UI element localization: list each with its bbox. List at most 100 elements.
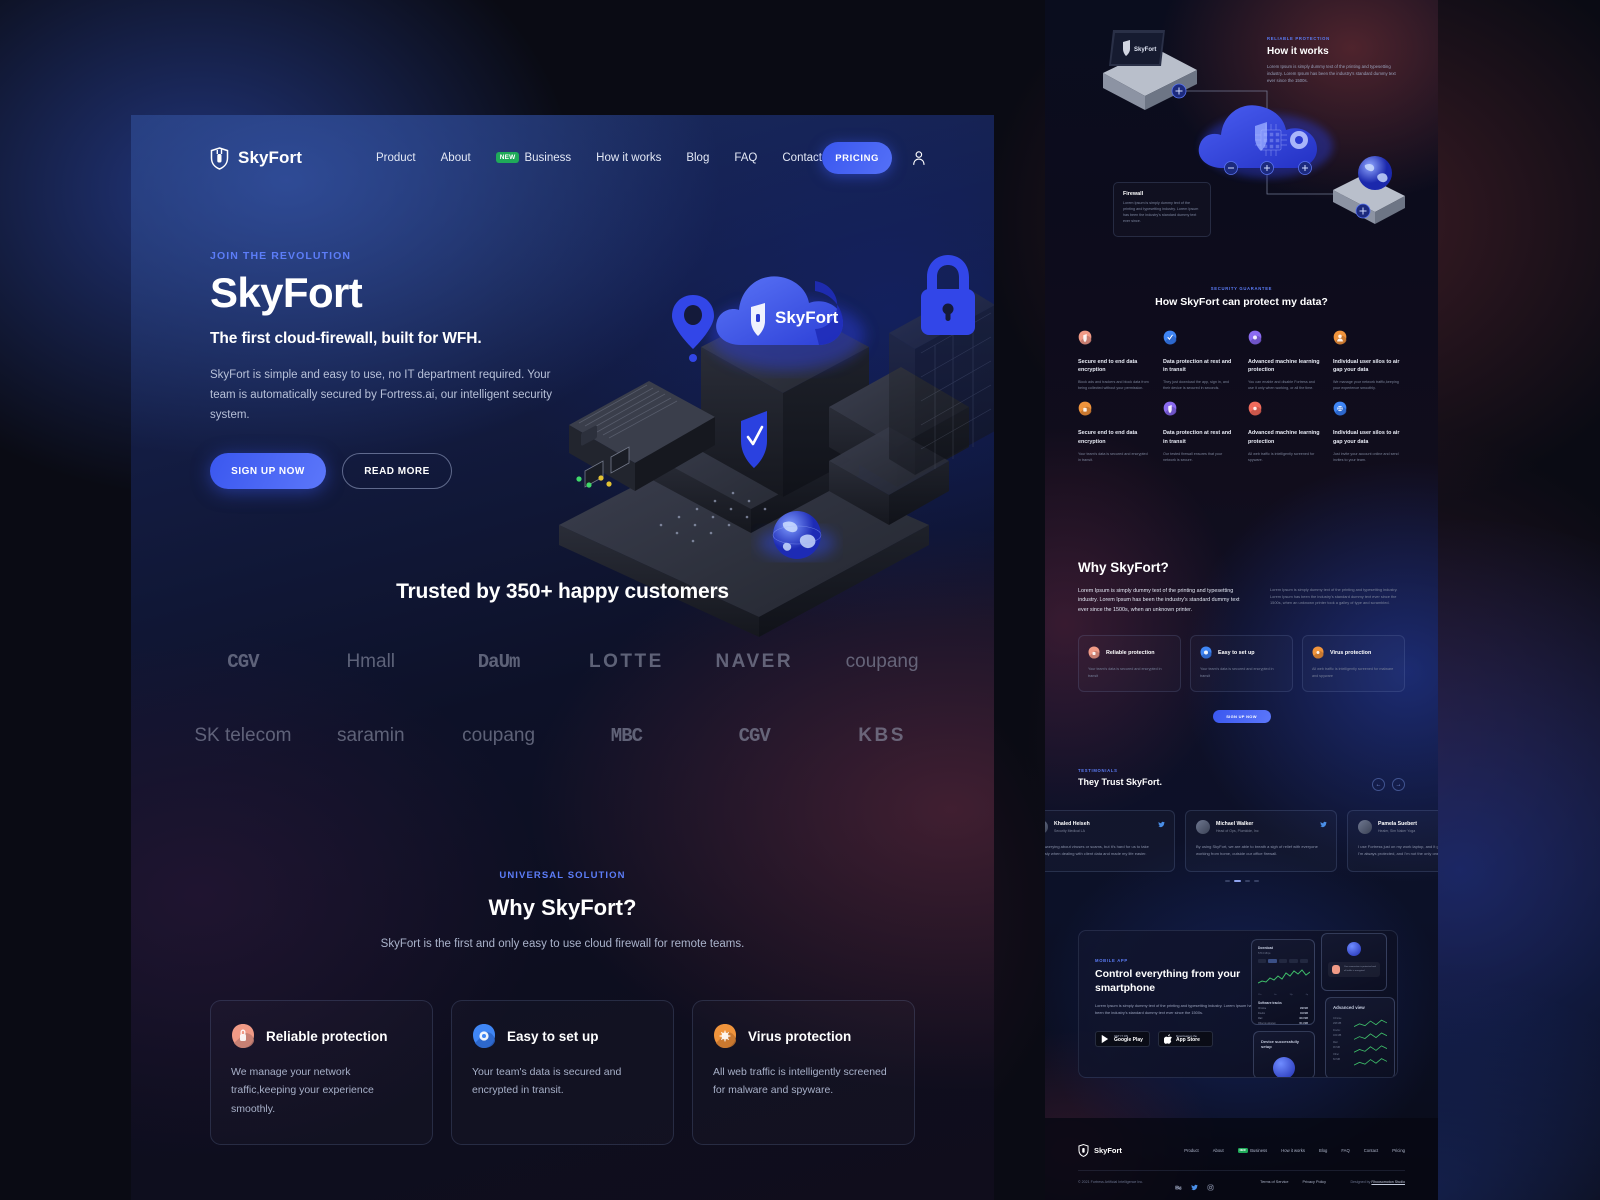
lock-blob-icon bbox=[232, 1024, 254, 1048]
security-feature-title: Secure end to end data encryption bbox=[1078, 359, 1138, 374]
security-feature-body: Our tested firewall ensures that your ne… bbox=[1163, 451, 1223, 462]
feature-card-body: All web traffic is intelligently screene… bbox=[713, 1066, 887, 1097]
testimonial-card[interactable]: Khaled Heiseh Security Medical LA I was … bbox=[1045, 810, 1175, 872]
carousel-dot[interactable] bbox=[1224, 880, 1230, 882]
sign-up-now-button-preview[interactable]: SIGN UP NOW bbox=[1212, 709, 1271, 723]
testimonials-eyebrow: TESTIMONIALS bbox=[1078, 768, 1118, 773]
nav-item-business[interactable]: NEW Business bbox=[495, 152, 571, 164]
behance-icon[interactable] bbox=[1175, 1178, 1182, 1190]
security-feature-title: Individual user silos to air gap your da… bbox=[1333, 359, 1400, 374]
security-feature-title: Advanced machine learning protection bbox=[1248, 430, 1320, 445]
security-eyebrow: SECURITY GUARANTEE bbox=[1210, 286, 1273, 291]
carousel-dot-active[interactable] bbox=[1233, 880, 1241, 882]
hero-title: SkyFort bbox=[210, 269, 363, 316]
app-store-button[interactable]: Download on the App Store bbox=[1158, 1031, 1213, 1048]
footer-link-pricing[interactable]: Pricing bbox=[1392, 1148, 1405, 1153]
why-preview-card-body: All web traffic is intelligently screene… bbox=[1312, 667, 1394, 678]
security-feature[interactable]: Advanced machine learning protection All… bbox=[1248, 401, 1320, 462]
nav-item-contact[interactable]: Contact bbox=[782, 152, 822, 164]
why-preview-card[interactable]: Virus protection All web traffic is inte… bbox=[1302, 635, 1405, 692]
svg-text:SkyFort: SkyFort bbox=[1134, 47, 1156, 53]
footer-link-faq[interactable]: FAQ bbox=[1341, 1148, 1349, 1153]
nav-item-blog[interactable]: Blog bbox=[686, 152, 709, 164]
feature-card-title: Easy to set up bbox=[507, 1028, 599, 1044]
feature-card[interactable]: Easy to set up Your team's data is secur… bbox=[451, 1000, 674, 1146]
carousel-prev-button[interactable]: ← bbox=[1372, 778, 1385, 791]
security-feature[interactable]: Data protection at rest and in transit T… bbox=[1163, 330, 1235, 391]
pricing-button[interactable]: PRICING bbox=[822, 142, 893, 174]
testimonial-card[interactable]: Pamela Suebert Healer, Sim Naker Yoga I … bbox=[1347, 810, 1438, 872]
carousel-next-button[interactable]: → bbox=[1392, 778, 1405, 791]
security-feature[interactable]: Data protection at rest and in transit O… bbox=[1163, 401, 1235, 462]
carousel-dot[interactable] bbox=[1244, 880, 1250, 882]
security-feature-title: Advanced machine learning protection bbox=[1248, 359, 1320, 374]
app-store-badges: GET IT ON Google Play Download on the Ap… bbox=[1095, 1031, 1255, 1048]
store-name: App Store bbox=[1176, 1036, 1200, 1043]
carousel-dot[interactable] bbox=[1253, 880, 1259, 882]
mobile-app-eyebrow: MOBILE APP bbox=[1095, 958, 1128, 963]
nav-item-how-it-works[interactable]: How it works bbox=[596, 152, 661, 164]
testimonial-card-strip: Khaled Heiseh Security Medical LA I was … bbox=[1045, 810, 1438, 872]
security-feature[interactable]: Secure end to end data encryption Your t… bbox=[1078, 401, 1150, 462]
security-feature-body: Block ads and trackers and block data fr… bbox=[1078, 380, 1149, 391]
footer-top-row: SkyFort Product About NEW Business How it… bbox=[1078, 1144, 1405, 1157]
ai-blob-icon bbox=[1248, 330, 1262, 345]
sign-up-now-button[interactable]: SIGN UP NOW bbox=[210, 453, 326, 490]
feature-card-header: Reliable protection bbox=[231, 1023, 412, 1049]
feature-card-title: Virus protection bbox=[748, 1028, 852, 1044]
why-title: Why SkyFort? bbox=[488, 895, 637, 920]
customer-logo: coupang bbox=[845, 651, 919, 672]
nav-item-about[interactable]: About bbox=[441, 152, 471, 164]
customer-logo: saramin bbox=[336, 725, 405, 746]
site-footer: SkyFort Product About NEW Business How it… bbox=[1045, 1118, 1438, 1200]
site-header: SkyFort Product About NEW Business How it… bbox=[131, 115, 994, 201]
why-preview-card[interactable]: Reliable protection Your team's data is … bbox=[1078, 635, 1181, 692]
nav-item-faq[interactable]: FAQ bbox=[734, 152, 757, 164]
why-section: UNIVERSAL SOLUTION Why SkyFort? SkyFort … bbox=[131, 870, 994, 955]
twitter-icon[interactable] bbox=[1320, 821, 1327, 828]
feature-card-body: Your team's data is secured and encrypte… bbox=[472, 1066, 622, 1097]
security-feature[interactable]: Secure end to end data encryption Block … bbox=[1078, 330, 1150, 391]
security-feature[interactable]: Individual user silos to air gap your da… bbox=[1333, 330, 1405, 391]
cloud-logo-text: SkyFort bbox=[775, 308, 839, 327]
twitter-icon[interactable] bbox=[1191, 1178, 1198, 1191]
security-feature[interactable]: Advanced machine learning protection You… bbox=[1248, 330, 1320, 391]
security-feature-body: All web traffic is intelligently screene… bbox=[1248, 451, 1315, 462]
footer-link-blog[interactable]: Blog bbox=[1319, 1148, 1327, 1153]
play-store-icon bbox=[1101, 1035, 1109, 1044]
brand-logo[interactable]: SkyFort bbox=[210, 146, 302, 170]
user-icon[interactable] bbox=[912, 149, 926, 167]
privacy-policy-link[interactable]: Privacy Policy bbox=[1302, 1180, 1326, 1184]
mobile-app-copy: MOBILE APP Control everything from your … bbox=[1095, 958, 1255, 1048]
instagram-icon[interactable] bbox=[1207, 1178, 1214, 1191]
feature-card[interactable]: Reliable protection We manage your netwo… bbox=[210, 1000, 433, 1146]
footer-brand[interactable]: SkyFort bbox=[1078, 1144, 1122, 1157]
designed-by-name[interactable]: Rhoosomoton Studio bbox=[1371, 1180, 1405, 1184]
feature-card[interactable]: Virus protection All web traffic is inte… bbox=[692, 1000, 915, 1146]
footer-link-contact[interactable]: Contact bbox=[1364, 1148, 1378, 1153]
why-preview-card-grid: Reliable protection Your team's data is … bbox=[1078, 635, 1405, 692]
firewall-tooltip-title: Firewall bbox=[1123, 191, 1144, 197]
google-play-button[interactable]: GET IT ON Google Play bbox=[1095, 1031, 1150, 1048]
footer-link-business[interactable]: NEW Business bbox=[1237, 1148, 1267, 1154]
shield-icon bbox=[1078, 1144, 1089, 1157]
customer-logo: LOTTE bbox=[589, 651, 664, 672]
security-feature-title: Data protection at rest and in transit bbox=[1163, 359, 1232, 374]
phone-mockup-advanced: Advanced view Chrome 268 MB Firefox 184 MB… bbox=[1325, 997, 1395, 1077]
carousel-dots bbox=[1045, 880, 1438, 882]
virus-blob-icon bbox=[1312, 646, 1324, 659]
footer-link-product[interactable]: Product bbox=[1184, 1148, 1198, 1153]
footer-link-how-it-works[interactable]: How it works bbox=[1281, 1148, 1305, 1153]
laptop-node: SkyFort bbox=[1103, 30, 1197, 110]
why-preview-card[interactable]: Easy to set up Your team's data is secur… bbox=[1190, 635, 1293, 692]
read-more-button[interactable]: READ MORE bbox=[342, 453, 452, 490]
copyright-text: © 2021 Fortress Artificial Intelligence … bbox=[1078, 1179, 1144, 1184]
terms-of-service-link[interactable]: Terms of Service bbox=[1260, 1180, 1288, 1184]
twitter-icon[interactable] bbox=[1158, 821, 1165, 828]
nav-item-product[interactable]: Product bbox=[376, 152, 416, 164]
phone-data-row: Other & unknown 60.1 MB bbox=[1258, 1023, 1308, 1025]
testimonial-card[interactable]: Michael Walker Head of Ops, Plumkide, In… bbox=[1185, 810, 1337, 872]
footer-link-about[interactable]: About bbox=[1213, 1148, 1224, 1153]
new-badge: NEW bbox=[495, 152, 520, 164]
security-feature[interactable]: Individual user silos to air gap your da… bbox=[1333, 401, 1405, 462]
